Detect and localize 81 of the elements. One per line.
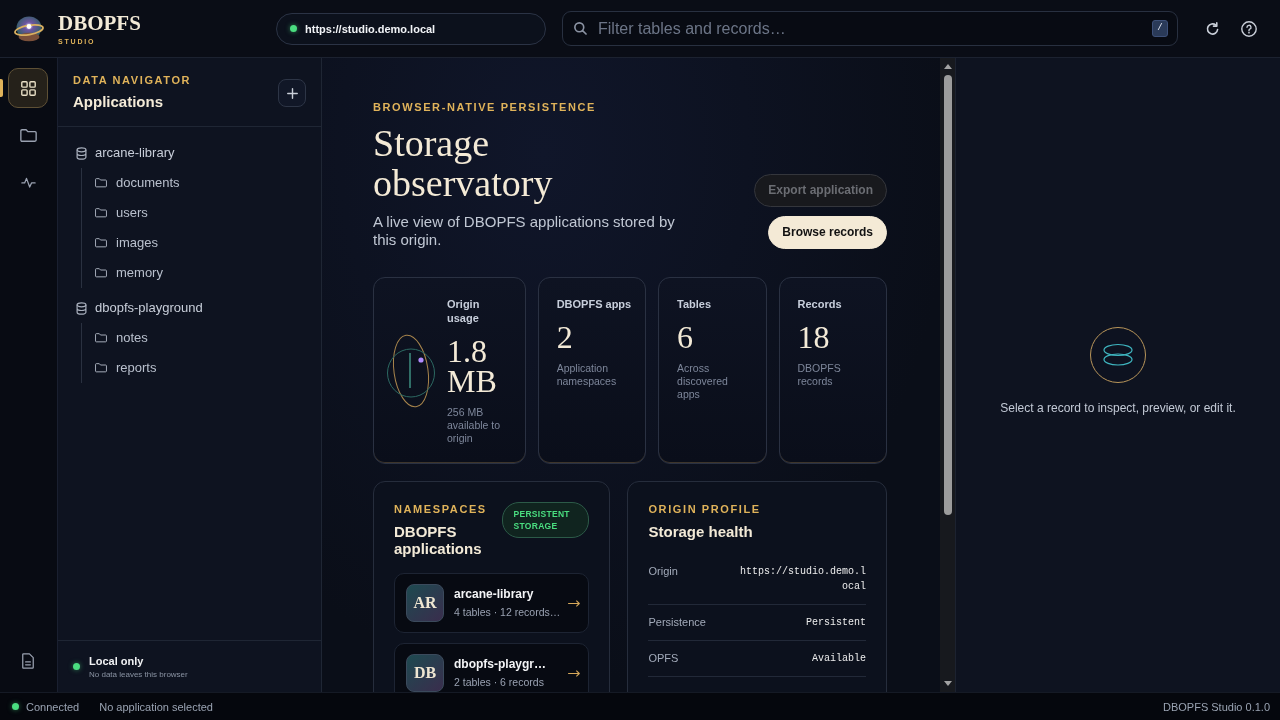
tree-item[interactable]: documents xyxy=(95,168,321,198)
profile-value: https://studio.demo.local xyxy=(739,565,866,594)
stat-value: 6 xyxy=(677,322,695,352)
stat-label: Origin usage xyxy=(447,297,481,325)
stat-caption: 256 MB available to origin xyxy=(447,406,502,445)
folder-icon xyxy=(95,333,107,343)
scrollbar[interactable] xyxy=(940,58,955,692)
stat-value: 18 xyxy=(797,322,831,352)
page-description: A live view of DBOPFS applications stored by this origin. xyxy=(373,213,676,249)
stat-value: 1.8 MB xyxy=(447,336,498,396)
orbit-rings-icon xyxy=(386,333,436,409)
action-button[interactable]: Browse records xyxy=(768,216,887,249)
folder-icon xyxy=(95,363,107,373)
scrollbar-thumb[interactable] xyxy=(943,75,952,515)
scroll-down-icon xyxy=(943,681,952,686)
help-icon xyxy=(1241,20,1257,37)
document-icon xyxy=(22,653,34,669)
tree-item[interactable]: memory xyxy=(95,258,321,288)
empty-message: Select a record to inspect, preview, or edit it. xyxy=(1000,400,1236,416)
refresh-icon xyxy=(1205,21,1219,36)
status-dot-icon xyxy=(73,663,80,670)
tree-item[interactable]: notes xyxy=(95,323,321,353)
search-icon xyxy=(574,22,587,35)
app-name: arcane-library xyxy=(454,587,535,602)
tree-item[interactable]: images xyxy=(95,228,321,258)
section-title: DBOPFS applications xyxy=(394,523,483,557)
storage-badge: PERSISTENT STORAGE xyxy=(502,502,590,538)
origin-url: https://studio.demo.local xyxy=(305,21,436,36)
folder-icon xyxy=(95,208,107,218)
profile-value: Persistent xyxy=(805,616,866,630)
stat-label: Tables xyxy=(677,297,713,311)
version-label: DBOPFS Studio 0.1.0 xyxy=(1163,699,1270,714)
scroll-up-icon xyxy=(943,64,952,69)
initials-avatar: DB xyxy=(406,654,444,692)
section-eyebrow: ORIGIN PROFILE xyxy=(648,502,762,516)
section-title: Storage health xyxy=(648,523,754,540)
tree-item[interactable]: dbopfs-playground xyxy=(76,293,321,323)
profile-label: OPFS xyxy=(648,651,679,666)
initials-avatar: AR xyxy=(406,584,444,622)
add-button[interactable] xyxy=(278,79,306,107)
stat-label: DBOPFS apps xyxy=(556,297,633,311)
pulse-icon xyxy=(20,176,36,188)
stat-caption: Across discovered apps xyxy=(677,362,729,401)
page-eyebrow: BROWSER-NATIVE PERSISTENCE xyxy=(373,100,597,114)
stat-value: 2 xyxy=(556,322,574,352)
tree-item[interactable]: users xyxy=(95,198,321,228)
database-icon xyxy=(76,301,87,315)
profile-value: Available xyxy=(811,652,866,666)
brand-name: DBOPFS xyxy=(58,11,141,34)
folder-icon xyxy=(19,128,37,142)
profile-label: Origin xyxy=(648,564,678,579)
rail-button[interactable] xyxy=(8,68,48,108)
folder-icon xyxy=(95,268,107,278)
app-meta: 2 tables · 6 records xyxy=(454,676,545,689)
stacked-rings-icon xyxy=(1090,326,1146,383)
sidebar-eyebrow: DATA NAVIGATOR xyxy=(73,73,192,87)
tree-item[interactable]: reports xyxy=(95,353,321,383)
shortcut-key: / xyxy=(1152,20,1168,37)
folder-icon xyxy=(95,238,107,248)
footer-title: Local only xyxy=(89,653,145,668)
profile-label: Persistence xyxy=(648,615,706,630)
selection-status: No application selected xyxy=(99,699,213,714)
sidebar-title: Applications xyxy=(73,93,164,111)
app-meta: 4 tables · 12 records… xyxy=(454,606,561,619)
arrow-right-icon xyxy=(568,599,581,607)
stat-label: Records xyxy=(797,297,843,311)
database-icon xyxy=(76,146,87,160)
grid-icon xyxy=(20,80,36,96)
app-list-item[interactable]: DB dbopfs-playgr… 2 tables · 6 records xyxy=(394,643,590,692)
app-name: dbopfs-playgr… xyxy=(454,657,547,672)
footer-subtitle: No data leaves this browser xyxy=(89,668,188,680)
stat-caption: DBOPFS records xyxy=(797,362,842,388)
folder-icon xyxy=(95,178,107,188)
tree-item[interactable]: arcane-library xyxy=(76,138,321,168)
page-title: Storage observatory xyxy=(373,123,554,203)
app-list-item[interactable]: AR arcane-library 4 tables · 12 records… xyxy=(394,573,590,633)
plus-icon xyxy=(286,87,298,99)
section-eyebrow: NAMESPACES xyxy=(394,502,488,516)
stat-caption: Application namespaces xyxy=(556,362,618,388)
connection-status: Connected xyxy=(26,699,80,714)
arrow-right-icon xyxy=(568,669,581,677)
